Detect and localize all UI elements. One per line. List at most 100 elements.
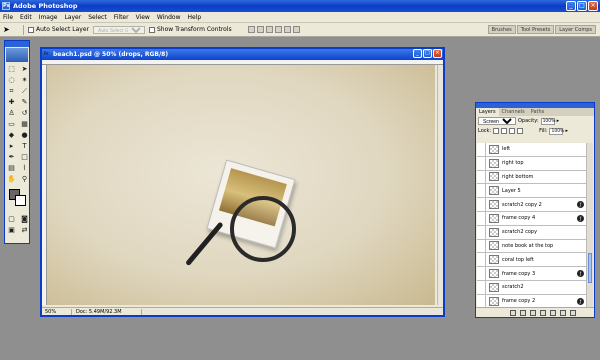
background-color-swatch[interactable]	[15, 195, 26, 206]
layer-row[interactable]: right top	[477, 156, 587, 171]
layer-row[interactable]: scratch2 copy	[477, 225, 587, 240]
visibility-toggle[interactable]	[477, 156, 486, 170]
add-layer-mask-icon[interactable]	[530, 309, 536, 316]
blend-mode-select[interactable]: Screen	[478, 117, 516, 125]
align-top-icon[interactable]	[247, 26, 255, 33]
brush-tool-icon[interactable]: ✎	[19, 97, 30, 107]
align-hcenter-icon[interactable]	[283, 26, 291, 33]
layer-effects-icon[interactable]: ƒ	[577, 201, 584, 209]
minimize-button[interactable]: _	[566, 1, 576, 11]
new-fill-layer-icon[interactable]	[540, 309, 546, 316]
visibility-toggle[interactable]	[477, 267, 486, 280]
layer-effects-icon[interactable]: ƒ	[577, 297, 584, 305]
visibility-toggle[interactable]	[477, 211, 486, 225]
path-selection-tool-icon[interactable]: ▸	[6, 141, 17, 151]
healing-brush-tool-icon[interactable]: ✚	[6, 97, 17, 107]
document-titlebar[interactable]: Ps beach1.psd @ 50% (drops, RGB/8) _ □ ×	[42, 49, 443, 60]
layer-row[interactable]: left	[477, 143, 587, 157]
jump-to-imageready-icon[interactable]: ⇄	[19, 225, 30, 235]
tab-channels[interactable]: Channels	[499, 108, 528, 116]
history-brush-tool-icon[interactable]: ↺	[19, 108, 30, 118]
menu-filter[interactable]: Filter	[114, 14, 129, 21]
lock-position-icon[interactable]	[509, 128, 516, 134]
hand-tool-icon[interactable]: ✋	[6, 174, 17, 184]
menu-file[interactable]: File	[3, 14, 13, 21]
dodge-tool-icon[interactable]: ●	[19, 130, 30, 140]
marquee-tool-icon[interactable]: ⬚	[6, 64, 17, 74]
menu-image[interactable]: Image	[39, 14, 58, 21]
lock-pixels-icon[interactable]	[501, 128, 508, 134]
layer-row[interactable]: note book at the top	[477, 239, 587, 254]
align-bottom-icon[interactable]	[265, 26, 273, 33]
lock-all-icon[interactable]	[517, 128, 524, 134]
layer-row[interactable]: Layer 5	[477, 184, 587, 199]
visibility-toggle[interactable]	[477, 184, 486, 198]
horizontal-scrollbar[interactable]	[142, 308, 443, 315]
layers-scrollbar[interactable]	[586, 143, 593, 309]
layer-row[interactable]: frame copy 4ƒ▾	[477, 211, 587, 226]
new-group-icon[interactable]	[550, 309, 556, 316]
lasso-tool-icon[interactable]: ◌	[6, 75, 17, 85]
tab-paths[interactable]: Paths	[528, 108, 548, 116]
new-layer-icon[interactable]	[560, 309, 566, 316]
layer-row[interactable]: right bottom	[477, 170, 587, 185]
visibility-toggle[interactable]	[477, 253, 486, 267]
show-transform-controls-checkbox[interactable]	[148, 26, 155, 33]
palette-well-layer-comps[interactable]: Layer Comps	[555, 25, 596, 34]
adobe-logo-icon[interactable]	[6, 48, 28, 62]
layer-row[interactable]: coral top left	[477, 253, 587, 268]
menu-help[interactable]: Help	[188, 14, 202, 21]
fill-field[interactable]: 100%	[549, 127, 564, 135]
eyedropper-tool-icon[interactable]: ⌇	[19, 163, 30, 173]
vertical-scrollbar[interactable]	[437, 65, 443, 305]
align-vcenter-icon[interactable]	[256, 26, 264, 33]
menu-window[interactable]: Window	[157, 14, 181, 21]
layers-scroll-thumb[interactable]	[588, 253, 592, 283]
visibility-toggle[interactable]	[477, 225, 486, 239]
clone-stamp-tool-icon[interactable]: ♙	[6, 108, 17, 118]
auto-select-layer-checkbox[interactable]	[28, 26, 34, 33]
menu-view[interactable]: View	[136, 14, 150, 21]
delete-layer-icon[interactable]	[570, 309, 576, 316]
link-layers-icon[interactable]	[510, 309, 516, 316]
visibility-toggle[interactable]	[477, 239, 486, 253]
magic-wand-tool-icon[interactable]: ✶	[19, 75, 30, 85]
document-minimize-button[interactable]: _	[413, 49, 422, 58]
gradient-tool-icon[interactable]: ▦	[19, 119, 30, 129]
visibility-toggle[interactable]	[477, 170, 486, 184]
quick-mask-mode-icon[interactable]: ◙	[19, 214, 30, 224]
align-right-icon[interactable]	[292, 26, 300, 33]
layer-effects-icon[interactable]: ƒ	[577, 214, 584, 222]
visibility-toggle[interactable]	[477, 198, 486, 211]
eraser-tool-icon[interactable]: ▭	[6, 119, 17, 129]
align-left-icon[interactable]	[274, 26, 282, 33]
menu-layer[interactable]: Layer	[64, 14, 81, 21]
layer-row[interactable]: frame copy 3ƒ▾	[477, 267, 587, 281]
opacity-dropdown-icon[interactable]: ▸	[557, 118, 560, 124]
visibility-toggle[interactable]	[477, 294, 486, 308]
slice-tool-icon[interactable]: ⟋	[19, 86, 30, 96]
zoom-level[interactable]: 50%	[42, 308, 72, 315]
type-tool-icon[interactable]: T	[19, 141, 30, 151]
shape-tool-icon[interactable]: □	[19, 152, 30, 162]
palette-well-brushes[interactable]: Brushes	[487, 25, 516, 34]
toolbox-titlebar[interactable]	[5, 41, 29, 47]
opacity-field[interactable]: 100%	[540, 117, 555, 125]
visibility-toggle[interactable]	[477, 280, 486, 294]
visibility-toggle[interactable]	[477, 143, 486, 156]
screen-mode-icon[interactable]: ▣	[6, 225, 17, 235]
standard-mode-icon[interactable]: ▢	[6, 214, 17, 224]
auto-select-groups-select[interactable]: Auto Select Groups	[92, 25, 145, 34]
notes-tool-icon[interactable]: ▤	[6, 163, 17, 173]
layer-row[interactable]: scratch2	[477, 280, 587, 295]
doc-size-info[interactable]: Doc: 5.49M/92.3M	[72, 308, 142, 315]
crop-tool-icon[interactable]: ⌗	[6, 86, 17, 96]
document-maximize-button[interactable]: □	[423, 49, 432, 58]
lock-transparency-icon[interactable]	[493, 128, 500, 134]
tab-layers[interactable]: Layers	[476, 108, 499, 116]
add-layer-style-icon[interactable]	[520, 309, 526, 316]
maximize-button[interactable]: □	[577, 1, 587, 11]
move-tool-icon[interactable]: ➤	[19, 64, 30, 74]
zoom-tool-icon[interactable]: ⚲	[19, 174, 30, 184]
layer-row[interactable]: scratch2 copy 2ƒ▾	[477, 198, 587, 212]
